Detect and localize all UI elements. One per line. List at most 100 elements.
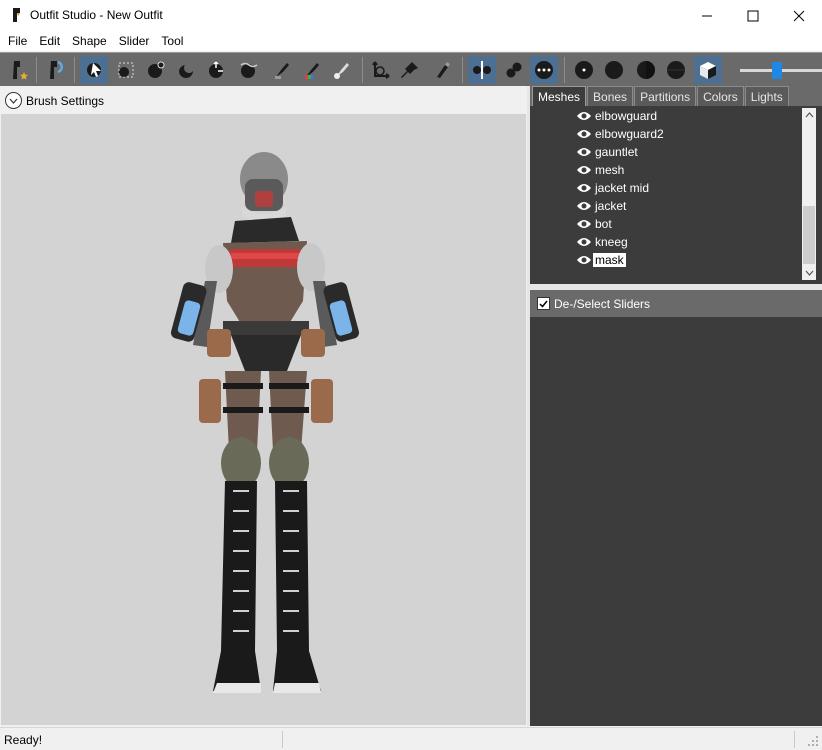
menu-bar: File Edit Shape Slider Tool: [0, 31, 822, 51]
show-vertices-icon: [575, 61, 593, 79]
new-project-button[interactable]: [4, 56, 32, 84]
menu-file[interactable]: File: [0, 31, 33, 51]
mesh-label: elbowguard: [595, 109, 658, 123]
chevron-down-icon: [805, 270, 813, 276]
list-item[interactable]: mesh: [576, 161, 626, 179]
status-divider: [282, 731, 283, 748]
menu-slider[interactable]: Slider: [113, 31, 156, 51]
status-divider: [794, 731, 795, 748]
eye-icon[interactable]: [576, 146, 592, 158]
select-brush-button[interactable]: [80, 56, 108, 84]
cube-view-button[interactable]: [694, 56, 722, 84]
mesh-list: elbowguard elbowguard2 gauntlet mesh jac…: [530, 106, 822, 284]
tab-colors[interactable]: Colors: [697, 86, 744, 106]
mesh-list-scrollbar[interactable]: [802, 108, 816, 280]
show-vertices-button[interactable]: [570, 56, 598, 84]
list-item[interactable]: kneeg: [576, 233, 630, 251]
list-item[interactable]: jacket mid: [576, 179, 651, 197]
chevron-down-icon[interactable]: [5, 92, 22, 109]
eye-icon[interactable]: [576, 164, 592, 176]
global-brush-button[interactable]: [530, 56, 558, 84]
toolbar-separator: [362, 57, 363, 83]
menu-edit[interactable]: Edit: [33, 31, 66, 51]
toolbar-separator: [74, 57, 75, 83]
list-item[interactable]: elbowguard2: [576, 125, 666, 143]
conform-button[interactable]: [42, 56, 70, 84]
title-bar: Outfit Studio - New Outfit: [0, 0, 822, 31]
list-item[interactable]: bot: [576, 215, 614, 233]
menu-shape[interactable]: Shape: [66, 31, 113, 51]
3d-viewport[interactable]: [1, 114, 526, 725]
lighting-icon: [637, 61, 655, 79]
deflate-brush-button[interactable]: [172, 56, 200, 84]
color-brush-icon: [305, 63, 319, 79]
smooth-brush-icon: [240, 62, 258, 78]
alpha-brush-icon: [334, 63, 349, 79]
brush-settings-header[interactable]: Brush Settings: [0, 86, 527, 113]
list-item[interactable]: gauntlet: [576, 143, 640, 161]
outfit-model-preview: [170, 152, 360, 693]
lighting-button[interactable]: [632, 56, 660, 84]
toolbar-separator: [36, 57, 37, 83]
mesh-label: kneeg: [595, 235, 628, 249]
x-mirror-button[interactable]: [468, 56, 496, 84]
eye-icon[interactable]: [576, 128, 592, 140]
pivot-button[interactable]: [396, 56, 424, 84]
close-button[interactable]: [776, 0, 822, 31]
resize-grip-icon[interactable]: [806, 734, 820, 748]
tab-lights[interactable]: Lights: [744, 86, 789, 106]
eye-icon[interactable]: [576, 182, 592, 194]
eye-icon[interactable]: [576, 254, 592, 266]
toolbar-separator: [462, 57, 463, 83]
scroll-down-button[interactable]: [802, 266, 816, 280]
wireframe-icon: [605, 61, 623, 79]
mesh-label: mesh: [595, 163, 625, 177]
mesh-label: gauntlet: [595, 145, 638, 159]
menu-tool[interactable]: Tool: [155, 31, 189, 51]
eye-icon[interactable]: [576, 110, 592, 122]
mesh-label: elbowguard2: [595, 127, 664, 141]
texture-button[interactable]: [662, 56, 690, 84]
eye-icon[interactable]: [576, 218, 592, 230]
mesh-panel: Meshes Bones Partitions Colors Lights el…: [530, 86, 822, 284]
scroll-up-button[interactable]: [802, 108, 816, 122]
eye-icon[interactable]: [576, 200, 592, 212]
pivot-icon: [401, 62, 418, 78]
alpha-brush-button[interactable]: [328, 56, 356, 84]
minimize-button[interactable]: [684, 0, 730, 31]
maximize-button[interactable]: [730, 0, 776, 31]
brush-size-slider-thumb[interactable]: [772, 62, 782, 79]
smooth-brush-button[interactable]: [234, 56, 262, 84]
status-text: Ready!: [4, 733, 43, 747]
select-sliders-checkbox[interactable]: [537, 297, 550, 310]
list-item[interactable]: jacket: [576, 197, 628, 215]
sliders-header: De-/Select Sliders: [530, 290, 822, 317]
x-mirror-icon: [473, 61, 491, 79]
scroll-thumb[interactable]: [803, 206, 815, 264]
weight-brush-icon: [275, 63, 289, 79]
tab-bones[interactable]: Bones: [587, 86, 634, 106]
weight-brush-button[interactable]: [268, 56, 296, 84]
inflate-brush-icon: [148, 61, 165, 78]
move-brush-button[interactable]: [202, 56, 230, 84]
eye-icon[interactable]: [576, 236, 592, 248]
global-brush-icon: [535, 61, 553, 79]
tab-partitions[interactable]: Partitions: [634, 86, 697, 106]
cube-view-icon: [700, 62, 716, 79]
vertex-edit-button[interactable]: [428, 56, 456, 84]
texture-icon: [667, 61, 685, 79]
tab-meshes[interactable]: Meshes: [532, 86, 587, 106]
conform-icon: [50, 60, 63, 79]
transform-button[interactable]: [366, 56, 394, 84]
window-title: Outfit Studio - New Outfit: [30, 8, 163, 22]
chevron-up-icon: [805, 112, 813, 118]
inflate-brush-button[interactable]: [142, 56, 170, 84]
list-item[interactable]: elbowguard: [576, 107, 659, 125]
mesh-label: jacket: [595, 199, 627, 213]
list-item-selected[interactable]: mask: [576, 251, 626, 269]
connected-only-button[interactable]: [500, 56, 528, 84]
mask-brush-button[interactable]: [112, 56, 140, 84]
wireframe-button[interactable]: [600, 56, 628, 84]
outfit-studio-window: Outfit Studio - New Outfit File Edit Sha…: [0, 0, 822, 750]
color-brush-button[interactable]: [298, 56, 326, 84]
